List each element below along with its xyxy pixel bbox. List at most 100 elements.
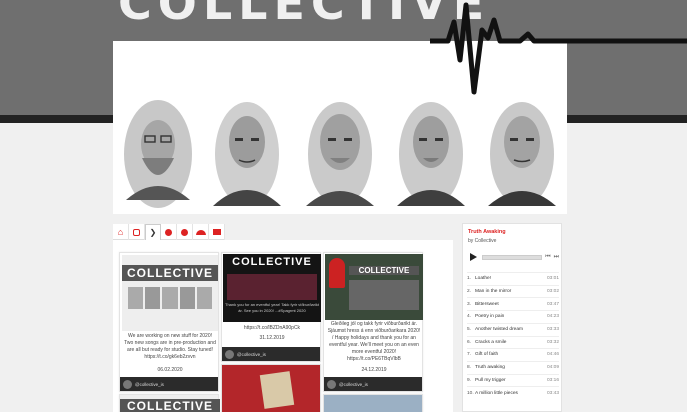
twitter-feed: COLLECTIVE We are working on new stuff f…	[113, 240, 453, 412]
track-duration: 03:47	[546, 301, 559, 307]
next-track-button[interactable]: ⏭	[554, 254, 559, 261]
track-name: Another twisted dream	[475, 327, 523, 333]
track-name: Bittersweet	[475, 301, 499, 307]
tweet-handle: @collective_is	[237, 351, 266, 357]
track-number: 10.	[467, 390, 474, 396]
track-row[interactable]: 4. Poetry in pain 04:23	[467, 310, 559, 323]
track-row[interactable]: 3. Bittersweet 03:47	[467, 297, 559, 310]
twitter-icon: ❯	[149, 228, 157, 237]
video-icon	[212, 229, 221, 235]
tab-twitter[interactable]: ❯	[145, 224, 161, 240]
tweet-date: 31.12.2019	[259, 335, 285, 341]
tab-video[interactable]	[209, 224, 225, 240]
band-member-portrait	[488, 102, 556, 206]
tweet-image-title: COLLECTIVE	[232, 256, 312, 268]
tab-facebook[interactable]	[161, 224, 177, 240]
track-row[interactable]: 2. Man in the mirror 03:02	[467, 284, 559, 298]
track-name: Gift of faith	[475, 352, 499, 358]
play-icon	[469, 253, 477, 261]
track-duration: 04:23	[546, 314, 559, 320]
instagram-icon	[133, 228, 140, 236]
avatar	[123, 379, 132, 389]
track-row[interactable]: 10. A million little pieces 03:43	[467, 386, 559, 399]
tweet-card[interactable]: COLLECTIVE We are working on new stuff f…	[119, 252, 219, 392]
tweet-image: COLLECTIVE	[122, 255, 218, 331]
track-row[interactable]: 7. Gift of faith 04:46	[467, 348, 559, 361]
tweet-link: https://t.co/lBZDnA90pCk	[243, 325, 301, 331]
tweet-author[interactable]: @collective_is	[120, 377, 218, 391]
tweet-author[interactable]: @collective_is	[222, 347, 320, 361]
band-member-portrait	[306, 102, 374, 206]
track-number: 6.	[467, 339, 472, 345]
tab-spotify[interactable]	[177, 224, 193, 240]
track-number: 9.	[467, 377, 472, 383]
tweet-handle: @collective_is	[135, 381, 164, 387]
social-tabs: ⌂ ❯	[113, 224, 225, 240]
track-row[interactable]: 9. Pull my trigger 03:16	[467, 373, 559, 387]
tweet-card[interactable]: COLLECTIVE Gleðileg jól og takk fyrir vi…	[323, 252, 423, 392]
track-name: Pull my trigger	[475, 377, 506, 383]
tweet-text: We are working on new stuff for 2020! Tw…	[124, 333, 216, 360]
band-member-portrait	[124, 100, 192, 208]
home-icon: ⌂	[117, 227, 124, 237]
tweet-image: COLLECTIVE	[325, 254, 423, 320]
tweet-text: Gleðileg jól og takk fyrir viðburðarikt …	[327, 321, 421, 362]
track-duration: 03:02	[546, 288, 559, 294]
track-duration: 03:33	[546, 327, 559, 333]
spotify-icon	[181, 228, 188, 236]
play-button[interactable]	[467, 251, 479, 263]
tweet-card[interactable]	[221, 364, 321, 412]
tab-soundcloud[interactable]	[193, 224, 209, 240]
track-duration: 04:09	[546, 365, 559, 371]
band-member-portrait	[397, 102, 465, 206]
track-name: Truth awaking	[475, 365, 505, 371]
album-artist[interactable]: by Collective	[468, 238, 496, 244]
track-number: 2.	[467, 288, 472, 294]
soundcloud-icon	[195, 229, 206, 235]
tweet-image-caption: Thank you for an eventful year! Takk fyr…	[225, 302, 319, 313]
album-title[interactable]: Truth Awaking	[468, 229, 506, 235]
track-number: 5.	[467, 327, 472, 333]
heartbeat-line-icon	[430, 2, 687, 95]
track-number: 3.	[467, 301, 472, 307]
track-duration: 04:46	[546, 352, 559, 358]
track-row[interactable]: 5. Another twisted dream 03:33	[467, 322, 559, 336]
tab-home[interactable]: ⌂	[113, 224, 129, 240]
track-name: Man in the mirror	[475, 288, 512, 294]
tweet-author[interactable]: @collective_is	[324, 377, 422, 391]
tweet-card[interactable]: COLLECTIVE	[119, 394, 220, 412]
track-name: Loathe!	[475, 276, 492, 282]
tweet-card[interactable]	[323, 394, 423, 412]
track-number: 8.	[467, 365, 472, 371]
music-player: Truth Awaking by Collective ⏮ ⏭ 1. Loathe…	[462, 223, 562, 412]
track-row[interactable]: 1. Loathe! 03:01	[467, 272, 559, 285]
tweet-image-title: COLLECTIVE	[349, 266, 419, 275]
band-member-portrait	[213, 102, 281, 206]
track-number: 4.	[467, 314, 472, 320]
track-duration: 03:43	[546, 390, 559, 396]
tweet-image: COLLECTIVE Thank you for an eventful yea…	[223, 254, 321, 322]
track-name: A million little pieces	[475, 390, 518, 396]
tab-instagram[interactable]	[129, 224, 145, 240]
prev-track-button[interactable]: ⏮	[545, 254, 550, 261]
tweet-date: 06.02.2020	[157, 367, 183, 373]
track-row[interactable]: 6. Cracks a smile 03:32	[467, 335, 559, 349]
tweet-date: 24.12.2019	[361, 367, 387, 373]
track-duration: 03:16	[546, 377, 559, 383]
tweet-image-title: COLLECTIVE	[120, 399, 220, 412]
track-number: 1.	[467, 276, 472, 282]
track-duration: 03:32	[546, 339, 559, 345]
track-number: 7.	[467, 352, 472, 358]
avatar	[327, 379, 336, 389]
track-name: Poetry in pain	[475, 314, 505, 320]
track-row[interactable]: 8. Truth awaking 04:09	[467, 360, 559, 374]
tweet-card[interactable]: COLLECTIVE Thank you for an eventful yea…	[221, 252, 321, 362]
avatar	[225, 349, 234, 359]
player-controls: ⏮ ⏭	[467, 250, 559, 264]
tweet-handle: @collective_is	[339, 381, 368, 387]
tweet-image-title: COLLECTIVE	[122, 265, 218, 281]
track-duration: 03:01	[546, 276, 559, 282]
track-name: Cracks a smile	[475, 339, 507, 345]
facebook-icon	[165, 228, 172, 236]
seek-bar[interactable]	[482, 254, 543, 260]
